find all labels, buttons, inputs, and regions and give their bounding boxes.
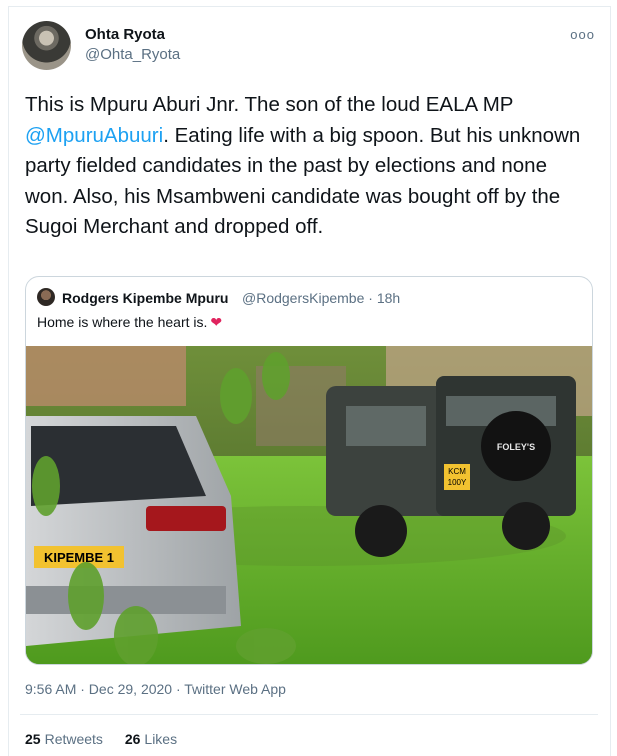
likes-stat[interactable]: 26 Likes: [125, 731, 177, 747]
quoted-author-handle-time: @RodgersKipembe · 18h: [242, 290, 401, 306]
author-name[interactable]: Ohta Ryota: [85, 26, 165, 43]
plate-right-line-2: 100Y: [448, 478, 467, 487]
likes-count: 26: [124, 731, 141, 747]
more-options-icon[interactable]: ooo: [570, 27, 595, 42]
tweet-timestamp[interactable]: 9:56 AM · Dec 29, 2020 · Twitter Web App: [25, 681, 286, 697]
author-handle[interactable]: @Ohta_Ryota: [85, 46, 180, 63]
quoted-author-avatar: [37, 288, 55, 306]
tweet-stats: 25 Retweets 26 Likes: [25, 731, 177, 747]
heart-emoji-icon: ❤: [210, 314, 223, 330]
divider: [20, 714, 598, 715]
plate-left: KIPEMBE 1: [44, 550, 114, 565]
plate-right-line-1: KCM: [448, 467, 466, 476]
tweet-text-part-1: This is Mpuru Aburi Jnr. The son of the …: [25, 93, 514, 116]
spare-cover-label: FOLEY'S: [497, 442, 535, 452]
retweets-stat[interactable]: 25 Retweets: [25, 731, 103, 747]
quoted-tweet[interactable]: Rodgers Kipembe Mpuru @RodgersKipembe · …: [25, 276, 593, 665]
retweets-count: 25: [25, 731, 41, 747]
quoted-tweet-text: Home is where the heart is. ❤: [37, 314, 222, 331]
quoted-text: Home is where the heart is.: [37, 314, 208, 330]
likes-label: Likes: [144, 731, 178, 747]
quoted-photo[interactable]: FOLEY'S KCM 100Y KIPEMBE 1: [26, 346, 592, 664]
quoted-author-name: Rodgers Kipembe Mpuru: [62, 290, 229, 306]
author-avatar[interactable]: [22, 21, 71, 70]
mention-link[interactable]: @MpuruAbuuri: [25, 124, 163, 147]
retweets-label: Retweets: [44, 731, 103, 747]
tweet-text: This is Mpuru Aburi Jnr. The son of the …: [25, 90, 593, 243]
